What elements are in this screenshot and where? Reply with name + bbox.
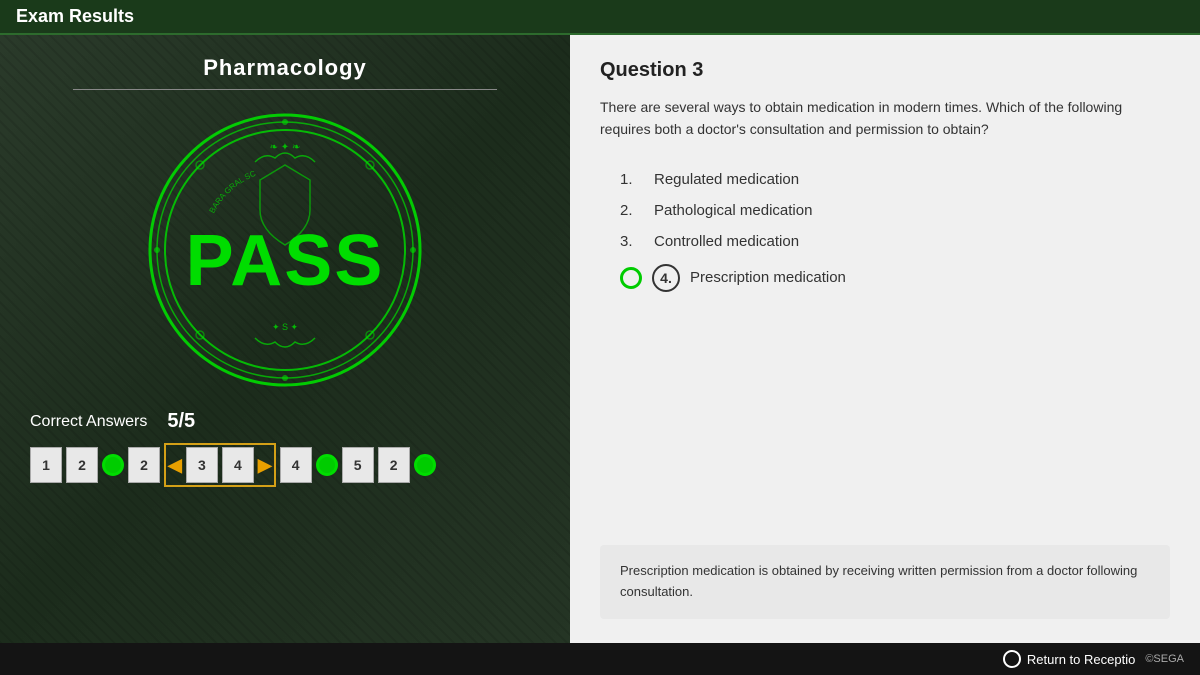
nav-box-5[interactable]: 5 (342, 447, 374, 483)
return-label: Return to Receptio (1027, 652, 1135, 667)
return-button[interactable]: Return to Receptio ©SEGA (1003, 650, 1184, 668)
nav-item-2c[interactable]: 2 (378, 447, 436, 483)
nav-box-2b[interactable]: 2 (128, 447, 160, 483)
answer-number-3: 3. (620, 233, 644, 250)
svg-text:BARA GRAL SC: BARA GRAL SC (208, 169, 258, 215)
nav-item-3-group[interactable]: ◀ 3 4 ▶ (164, 443, 276, 487)
nav-box-2c[interactable]: 2 (378, 447, 410, 483)
answer-option-2: 2. Pathological medication (620, 202, 1170, 219)
nav-circle-2 (102, 454, 124, 476)
correct-answers-section: Correct Answers 5/5 1 2 2 (20, 410, 550, 487)
svg-text:✦ S ✦: ✦ S ✦ (272, 322, 299, 332)
nav-arrow-right[interactable]: ▶ (258, 455, 272, 476)
nav-box-3a[interactable]: 3 (186, 447, 218, 483)
nav-box-1[interactable]: 1 (30, 447, 62, 483)
question-nav: 1 2 2 ◀ 3 4 ▶ (30, 443, 540, 487)
answer-option-1: 1. Regulated medication (620, 171, 1170, 188)
nav-circle-4 (316, 454, 338, 476)
question-title: Question 3 (600, 59, 1170, 82)
subject-title: Pharmacology (203, 55, 367, 81)
nav-item-2b[interactable]: 2 (128, 447, 160, 483)
nav-arrow-left[interactable]: ◀ (168, 455, 182, 476)
answer-text-3: Controlled medication (654, 233, 799, 250)
answer-options: 1. Regulated medication 2. Pathological … (600, 171, 1170, 292)
answer-text-4: Prescription medication (690, 269, 846, 286)
question-text: There are several ways to obtain medicat… (600, 96, 1170, 141)
svg-text:❧ ✦ ❧: ❧ ✦ ❧ (270, 142, 301, 153)
nav-circle-2c (414, 454, 436, 476)
answer-number-4-circled: 4. (652, 264, 680, 292)
page-title: Exam Results (16, 6, 134, 27)
svg-text:PASS: PASS (186, 221, 385, 301)
answer-text-1: Regulated medication (654, 171, 799, 188)
answer-option-4: 4. Prescription medication (620, 264, 1170, 292)
answer-option-3: 3. Controlled medication (620, 233, 1170, 250)
bottom-bar: Return to Receptio ©SEGA (0, 643, 1200, 675)
correct-indicator (620, 267, 642, 289)
top-bar: Exam Results (0, 0, 1200, 35)
main-content: Pharmacology ❧ ✦ ❧ (0, 35, 1200, 643)
nav-item-5[interactable]: 5 (342, 447, 374, 483)
sega-logo: ©SEGA (1145, 653, 1184, 665)
correct-answers-label: Correct Answers (30, 413, 147, 431)
nav-item-4[interactable]: 4 (280, 447, 338, 483)
answer-number-2: 2. (620, 202, 644, 219)
correct-answers-value: 5/5 (167, 410, 195, 433)
right-panel: Question 3 There are several ways to obt… (570, 35, 1200, 643)
nav-item-2[interactable]: 2 (66, 447, 124, 483)
left-panel: Pharmacology ❧ ✦ ❧ (0, 35, 570, 643)
circle-button-icon (1003, 650, 1021, 668)
nav-item-1[interactable]: 1 (30, 447, 62, 483)
explanation-text: Prescription medication is obtained by r… (620, 563, 1137, 599)
nav-box-4[interactable]: 4 (280, 447, 312, 483)
answer-number-1: 1. (620, 171, 644, 188)
answer-text-2: Pathological medication (654, 202, 812, 219)
explanation-box: Prescription medication is obtained by r… (600, 545, 1170, 619)
nav-box-4a[interactable]: 4 (222, 447, 254, 483)
subject-divider (73, 89, 497, 90)
pass-stamp: ❧ ✦ ❧ BARA GRAL SC PASS ✦ S ✦ (145, 110, 425, 390)
nav-box-2[interactable]: 2 (66, 447, 98, 483)
